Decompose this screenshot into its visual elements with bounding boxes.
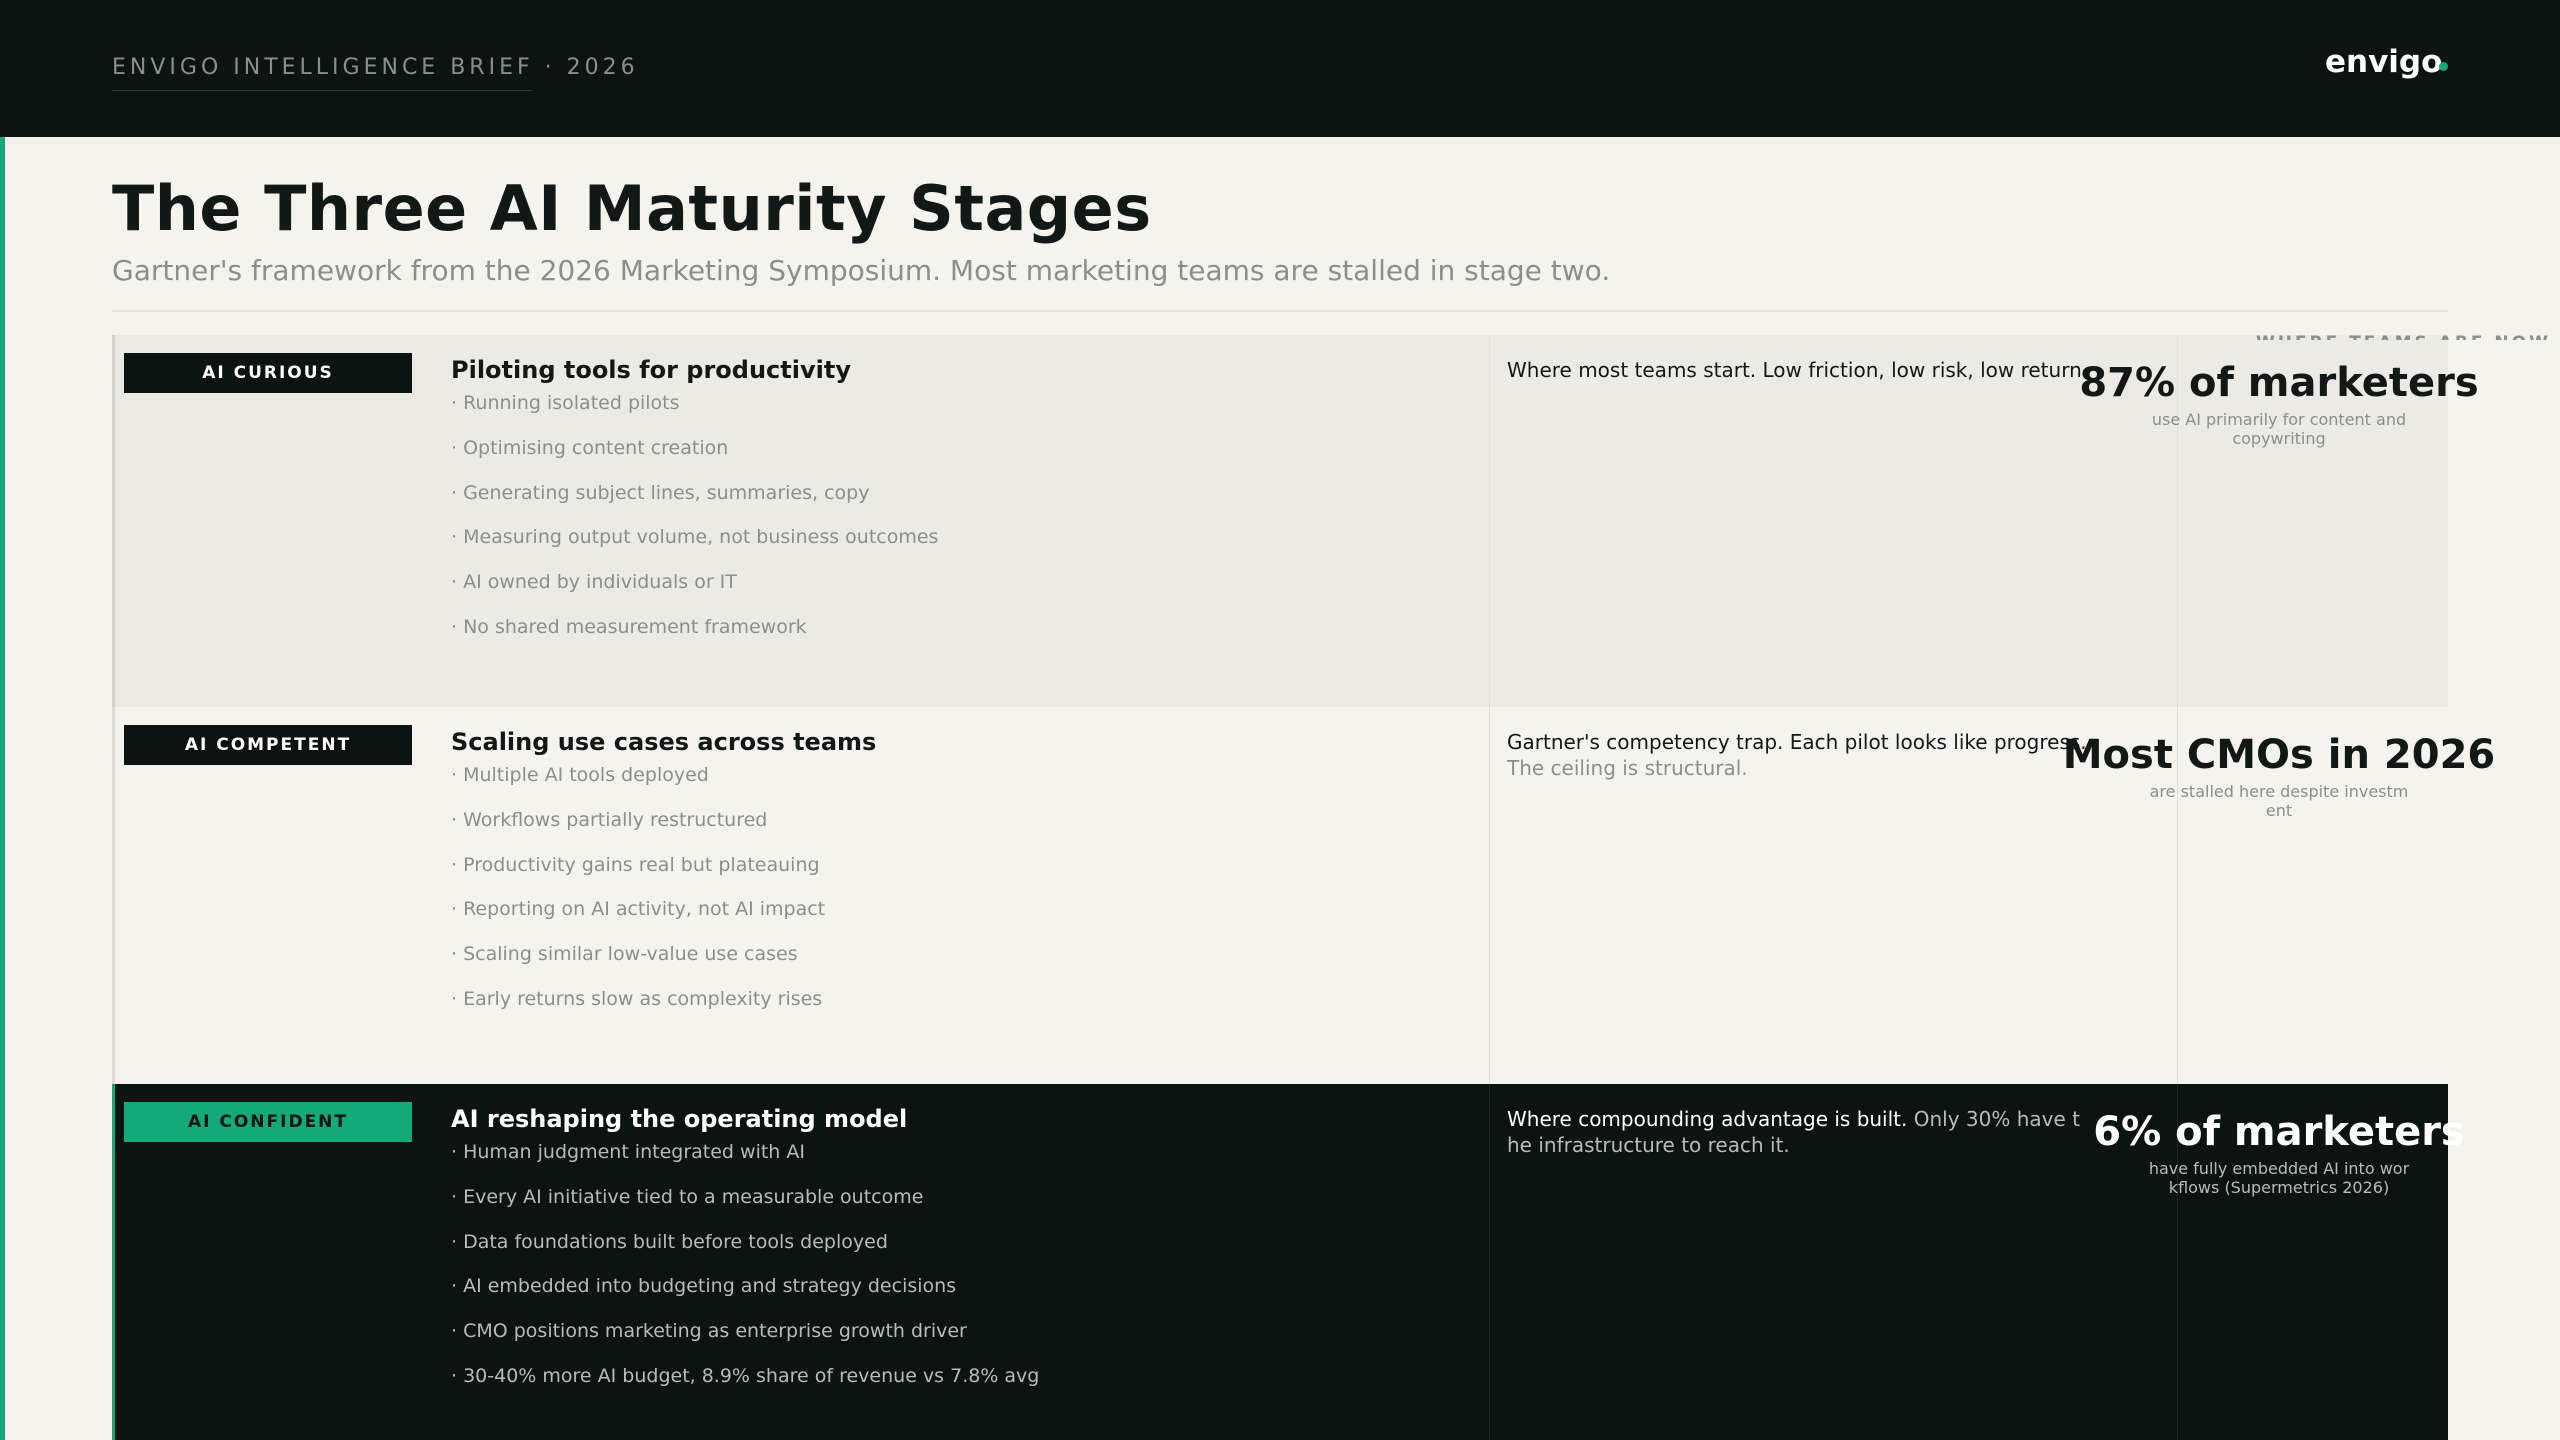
list-item: · Reporting on AI activity, not AI impac… <box>451 898 826 921</box>
stage-stat: 6% of marketers have fully embedded AI i… <box>1929 1107 2560 1197</box>
stage-stat: Most CMOs in 2026 are stalled here despi… <box>1929 730 2560 820</box>
stage-badge: AI COMPETENT <box>124 725 412 765</box>
stat-caption: use AI primarily for content and copywri… <box>2151 410 2407 448</box>
row-divider <box>1489 707 1490 1084</box>
list-item: · Multiple AI tools deployed <box>451 764 709 786</box>
stage-badge: AI CURIOUS <box>124 353 412 393</box>
stage-stat: 87% of marketers use AI primarily for co… <box>1929 358 2560 448</box>
stage-bullet-list: · Running isolated pilots · Optimising c… <box>451 392 938 661</box>
brief-label: ENVIGO INTELLIGENCE BRIEF · 2026 <box>112 55 639 80</box>
list-item: · Data foundations built before tools de… <box>451 1230 888 1253</box>
row-divider <box>1489 335 1490 707</box>
list-item: · Scaling similar low-value use cases <box>451 943 798 966</box>
header-divider <box>112 310 2448 312</box>
list-item: · No shared measurement framework <box>451 615 807 638</box>
list-item: · AI owned by individuals or IT <box>451 571 737 594</box>
stat-value: 87% of marketers <box>2079 360 2479 406</box>
stage-title: Piloting tools for productivity <box>451 356 851 384</box>
logo-dot <box>2439 62 2448 71</box>
page-title: The Three AI Maturity Stages <box>112 172 1152 245</box>
list-item: · Human judgment integrated with AI <box>451 1141 805 1163</box>
envigo-logo[interactable]: envigo <box>2325 44 2442 80</box>
stage-bullet-list: · Human judgment integrated with AI · Ev… <box>451 1141 1039 1410</box>
left-accent-bar <box>0 137 5 1440</box>
stage-title: Scaling use cases across teams <box>451 728 877 756</box>
list-item: · Optimising content creation <box>451 436 729 459</box>
column-header-now: WHERE TEAMS ARE NOW <box>2256 329 2551 340</box>
list-item: · Workflows partially restructured <box>451 808 768 831</box>
stat-caption: are stalled here despite investment <box>2149 782 2409 820</box>
list-item: · 30-40% more AI budget, 8.9% share of r… <box>451 1364 1040 1387</box>
stage-badge: AI CONFIDENT <box>124 1102 412 1142</box>
list-item: · Every AI initiative tied to a measurab… <box>451 1185 924 1208</box>
list-item: · Productivity gains real but plateauing <box>451 853 820 876</box>
list-item: · AI embedded into budgeting and strateg… <box>451 1275 957 1298</box>
list-item: · Generating subject lines, summaries, c… <box>451 481 870 504</box>
practice-lead: Where compounding advantage is built. <box>1507 1107 1908 1131</box>
list-item: · Early returns slow as complexity rises <box>451 987 823 1010</box>
row-divider <box>1489 1084 1490 1440</box>
stat-value: Most CMOs in 2026 <box>2062 732 2496 778</box>
stage-row-ai-confident: AI CONFIDENT AI reshaping the operating … <box>112 1084 2465 1440</box>
brief-underline <box>112 90 532 91</box>
practice-rest: The ceiling is structural. <box>1507 756 1748 780</box>
stage-title: AI reshaping the operating model <box>451 1105 908 1133</box>
stage-row-ai-curious: AI CURIOUS Piloting tools for productivi… <box>112 335 2479 707</box>
list-item: · Running isolated pilots <box>451 392 680 414</box>
stage-bullet-list: · Multiple AI tools deployed · Workflows… <box>451 764 825 1033</box>
list-item: · Measuring output volume, not business … <box>451 526 939 549</box>
top-bar: ENVIGO INTELLIGENCE BRIEF · 2026 envigo <box>0 0 2560 137</box>
stat-value: 6% of marketers <box>2093 1109 2465 1155</box>
stage-row-ai-competent: AI COMPETENT Scaling use cases across te… <box>112 707 2495 1084</box>
page-subtitle: Gartner's framework from the 2026 Market… <box>112 254 1611 287</box>
stat-caption: have fully embedded AI into workflows (S… <box>2148 1159 2410 1197</box>
list-item: · CMO positions marketing as enterprise … <box>451 1320 967 1343</box>
